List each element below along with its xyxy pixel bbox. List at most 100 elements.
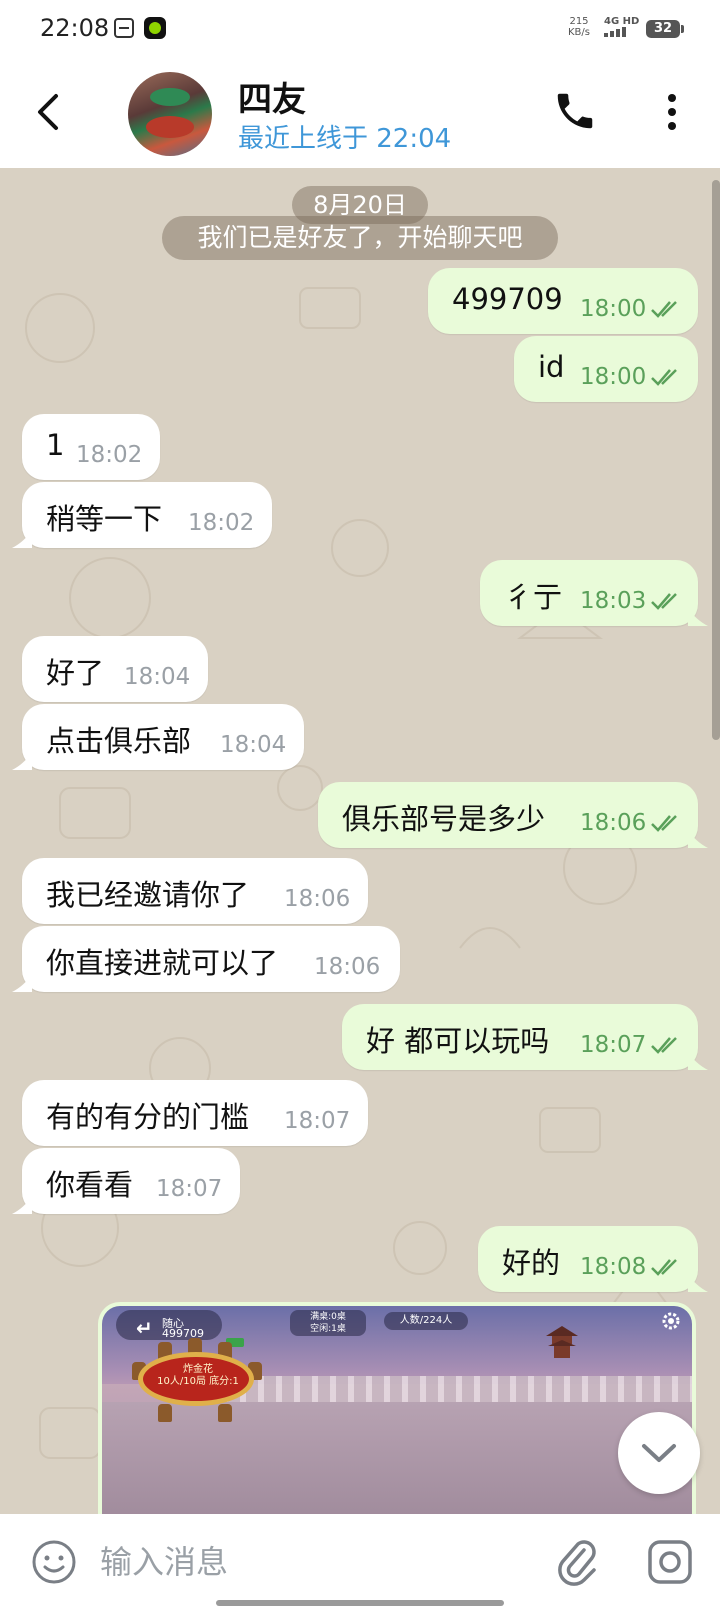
double-check-icon [651, 301, 677, 318]
bubble-tail [12, 752, 32, 770]
status-time: 22:08 [40, 14, 110, 42]
bubble-tail [12, 974, 32, 992]
avatar-decor-table [146, 116, 194, 138]
message-text: 彳亍 [504, 580, 563, 614]
message-bubble-incoming[interactable]: 稍等一下 18:02 [12, 482, 272, 548]
message-bubble-outgoing[interactable]: 好的 18:08 [478, 1226, 708, 1292]
message-bubble-outgoing[interactable]: id 18:00 [514, 336, 698, 402]
message-text: 你直接进就可以了 [46, 946, 279, 980]
double-check-icon [651, 1259, 677, 1276]
message-input[interactable] [100, 1536, 520, 1588]
message-time: 18:06 [314, 954, 381, 980]
message-time: 18:02 [76, 442, 143, 468]
message-bubble-incoming[interactable]: 1 18:02 [22, 414, 160, 480]
chair [218, 1404, 232, 1422]
message-text: 点击俱乐部 [46, 724, 192, 758]
chair [158, 1404, 172, 1422]
double-check-icon [651, 369, 677, 386]
network-type: 4G HD [604, 16, 639, 40]
message-text: 好 都可以玩吗 [366, 1024, 550, 1058]
sim-icon [114, 18, 134, 38]
game-table-label: 炸金花 10人/10局 底分:1 [157, 1364, 239, 1387]
bubble-tail [688, 830, 708, 848]
message-bubble-incoming[interactable]: 你直接进就可以了 18:06 [12, 926, 400, 992]
player-info-panel: ↵ 随心 499709 [116, 1310, 222, 1340]
gear-icon [662, 1312, 680, 1330]
more-options-button[interactable] [660, 92, 684, 132]
status-bar: 22:08 215 KB/s 4G HD 32 [0, 0, 720, 56]
message-time: 18:07 [580, 1032, 647, 1058]
people-count: 人数/224人 [384, 1312, 468, 1330]
emoji-button[interactable] [30, 1538, 78, 1586]
message-bubble-incoming[interactable]: 你看看 18:07 [12, 1148, 240, 1214]
table-count-panel: 满桌:0桌 空闲:1桌 [290, 1310, 366, 1336]
app-notification-icon [144, 17, 166, 39]
message-bubble-incoming[interactable]: 好了 18:04 [22, 636, 208, 702]
message-bubble-incoming[interactable]: 点击俱乐部 18:04 [12, 704, 304, 770]
message-time: 18:08 [580, 1254, 647, 1280]
back-arrow-icon: ↵ [136, 1316, 153, 1340]
game-screenshot[interactable]: ↵ 随心 499709 满桌:0桌 空闲:1桌 人数/224人 炸金花 10人/… [102, 1306, 692, 1514]
chat-area[interactable]: 8月20日 我们已是好友了，开始聊天吧 499709 18:00 id 18:0… [0, 168, 720, 1514]
back-arrow-icon [38, 94, 58, 130]
message-time: 18:07 [156, 1176, 223, 1202]
message-time: 18:06 [580, 810, 647, 836]
message-text: 好的 [502, 1246, 561, 1280]
message-input-bar [0, 1514, 720, 1612]
system-notice: 我们已是好友了，开始聊天吧 [162, 216, 558, 260]
scene-railing [222, 1376, 692, 1402]
message-time: 18:07 [284, 1108, 351, 1134]
message-text: 俱乐部号是多少 [342, 802, 546, 836]
home-indicator [216, 1600, 504, 1606]
message-bubble-outgoing[interactable]: 彳亍 18:03 [480, 560, 708, 626]
message-time: 18:03 [580, 588, 647, 614]
scrollbar[interactable] [712, 180, 720, 740]
last-seen-status: 最近上线于 22:04 [238, 124, 452, 154]
camera-button[interactable] [646, 1538, 694, 1586]
message-text: 你看看 [46, 1168, 134, 1202]
call-button[interactable] [552, 88, 598, 134]
message-text: 有的有分的门槛 [46, 1100, 250, 1134]
dot-icon [668, 108, 676, 116]
back-button[interactable] [30, 86, 74, 138]
smiley-icon [32, 1540, 76, 1584]
contact-name[interactable]: 四友 [238, 72, 306, 121]
attach-button[interactable] [554, 1536, 602, 1588]
bubble-tail [688, 1052, 708, 1070]
message-text: 1 [46, 428, 65, 462]
message-text: 我已经邀请你了 [46, 878, 250, 912]
dot-icon [668, 122, 676, 130]
message-time: 18:00 [580, 364, 647, 390]
double-check-icon [651, 1037, 677, 1054]
message-bubble-outgoing[interactable]: 499709 18:00 [428, 268, 698, 334]
message-text: 好了 [46, 656, 105, 690]
bubble-tail [12, 530, 32, 548]
avatar[interactable] [128, 72, 212, 156]
message-bubble-outgoing[interactable]: 好 都可以玩吗 18:07 [342, 1004, 708, 1070]
image-message[interactable]: ↵ 随心 499709 满桌:0桌 空闲:1桌 人数/224人 炸金花 10人/… [98, 1302, 696, 1514]
bubble-tail [12, 1196, 32, 1214]
message-text: 稍等一下 [46, 502, 163, 536]
message-time: 18:04 [220, 732, 287, 758]
paperclip-icon [558, 1540, 596, 1586]
network-speed: 215 KB/s [568, 16, 590, 38]
dot-icon [668, 94, 676, 102]
bubble-tail [688, 608, 708, 626]
message-time: 18:06 [284, 886, 351, 912]
message-text: 499709 [452, 282, 563, 316]
message-bubble-incoming[interactable]: 我已经邀请你了 18:06 [22, 858, 368, 924]
phone-icon [557, 93, 593, 129]
scroll-to-bottom-button[interactable] [618, 1412, 700, 1494]
double-check-icon [651, 815, 677, 832]
message-time: 18:04 [124, 664, 191, 690]
battery-icon: 32 [646, 20, 684, 38]
scene-floor [102, 1402, 692, 1514]
double-check-icon [651, 593, 677, 610]
bubble-tail [688, 1274, 708, 1292]
signal-icon [604, 27, 626, 37]
message-bubble-incoming[interactable]: 有的有分的门槛 18:07 [22, 1080, 368, 1146]
message-text: id [538, 350, 565, 384]
message-bubble-outgoing[interactable]: 俱乐部号是多少 18:06 [318, 782, 708, 848]
chat-header: 四友 最近上线于 22:04 [0, 56, 720, 168]
camera-icon [648, 1540, 692, 1584]
